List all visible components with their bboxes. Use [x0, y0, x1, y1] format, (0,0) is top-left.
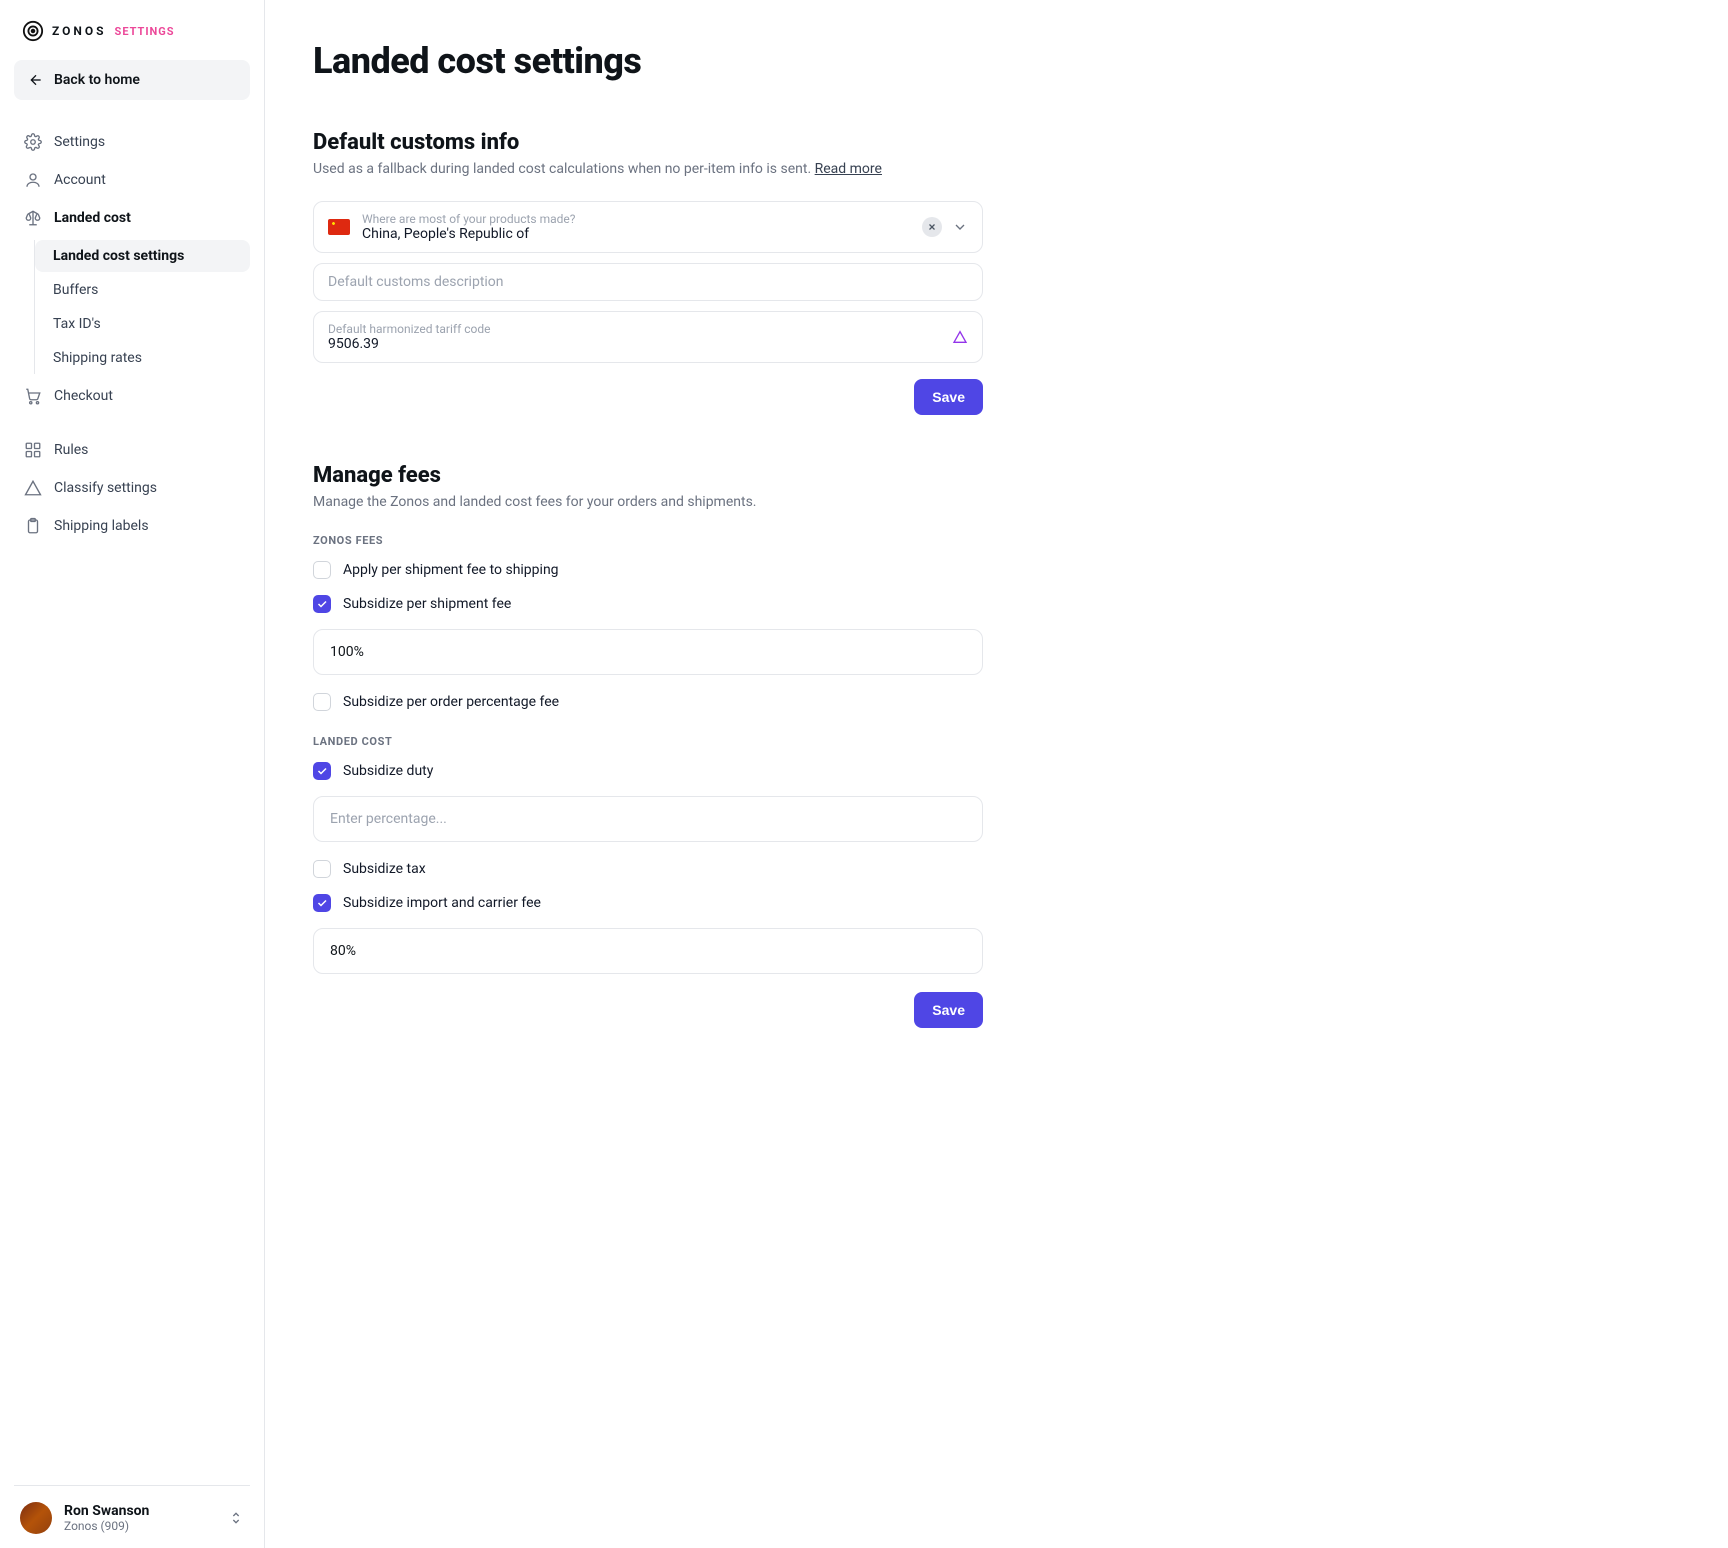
zonos-logo-icon — [22, 20, 44, 42]
zonos-fees-caps: ZONOS FEES — [313, 534, 1680, 547]
customs-section-desc: Used as a fallback during landed cost ca… — [313, 161, 1680, 177]
checkbox-subsidize-tax[interactable]: Subsidize tax — [313, 860, 983, 878]
x-icon — [927, 222, 937, 232]
check-icon — [316, 765, 328, 777]
brand-badge: SETTINGS — [115, 25, 175, 38]
checkbox-subsidize-duty[interactable]: Subsidize duty — [313, 762, 983, 780]
page-title: Landed cost settings — [313, 40, 1680, 82]
checkbox-icon — [313, 561, 331, 579]
clear-origin-button[interactable] — [922, 217, 942, 237]
origin-value: China, People's Republic of — [362, 226, 910, 242]
nav-label: Landed cost settings — [53, 248, 184, 264]
subsidize-duty-percent-input[interactable]: Enter percentage... — [313, 796, 983, 842]
nav-label: Shipping labels — [54, 518, 149, 534]
subsidize-shipment-percent-input[interactable]: 100% — [313, 629, 983, 675]
checkbox-icon — [313, 693, 331, 711]
nav-label: Rules — [54, 442, 88, 458]
landed-cost-caps: LANDED COST — [313, 735, 1680, 748]
nav-item-shipping-labels[interactable]: Shipping labels — [14, 508, 250, 544]
account-name: Ron Swanson — [64, 1503, 216, 1519]
checkbox-label: Subsidize per order percentage fee — [343, 694, 559, 710]
chevron-up-down-icon — [228, 1510, 244, 1526]
account-org: Zonos (909) — [64, 1519, 216, 1533]
nav-item-settings[interactable]: Settings — [14, 124, 250, 160]
sidebar: ZONOS SETTINGS Back to home Settings Acc… — [0, 0, 265, 1548]
nav-sub-landed-cost: Landed cost settings Buffers Tax ID's Sh… — [34, 240, 250, 374]
main-content: Landed cost settings Default customs inf… — [265, 0, 1728, 1548]
checkbox-subsidize-import-carrier[interactable]: Subsidize import and carrier fee — [313, 894, 983, 912]
brand-logo: ZONOS SETTINGS — [14, 20, 250, 60]
subsidize-import-percent-input[interactable]: 80% — [313, 928, 983, 974]
nav-label: Account — [54, 172, 106, 188]
flag-china-icon — [328, 219, 350, 235]
nav-label: Shipping rates — [53, 350, 142, 366]
check-icon — [316, 598, 328, 610]
checkbox-apply-shipment-fee[interactable]: Apply per shipment fee to shipping — [313, 561, 983, 579]
checkbox-label: Subsidize tax — [343, 861, 426, 877]
checkbox-label: Subsidize per shipment fee — [343, 596, 511, 612]
checkbox-label: Subsidize import and carrier fee — [343, 895, 541, 911]
nav-sub-item-shipping-rates[interactable]: Shipping rates — [35, 342, 250, 374]
hts-code-input[interactable]: Default harmonized tariff code 9506.39 — [313, 311, 983, 363]
cart-icon — [24, 387, 42, 405]
check-icon — [316, 897, 328, 909]
customs-description-input[interactable]: Default customs description — [313, 263, 983, 301]
nav-sub-item-buffers[interactable]: Buffers — [35, 274, 250, 306]
checkbox-icon — [313, 860, 331, 878]
primary-nav: Settings Account Landed cost Landed cost… — [14, 124, 250, 544]
nav-label: Checkout — [54, 388, 113, 404]
nav-label: Landed cost — [54, 210, 131, 226]
hts-value: 9506.39 — [328, 336, 940, 352]
nav-item-classify-settings[interactable]: Classify settings — [14, 470, 250, 506]
account-text: Ron Swanson Zonos (909) — [64, 1503, 216, 1533]
nav-item-landed-cost[interactable]: Landed cost — [14, 200, 250, 236]
gear-icon — [24, 133, 42, 151]
origin-country-select[interactable]: Where are most of your products made? Ch… — [313, 201, 983, 253]
arrow-left-icon — [28, 72, 44, 88]
save-customs-button[interactable]: Save — [914, 379, 983, 415]
classify-triangle-icon — [952, 329, 968, 345]
nav-label: Buffers — [53, 282, 98, 298]
nav-sub-item-landed-cost-settings[interactable]: Landed cost settings — [35, 240, 250, 272]
brand-name: ZONOS — [52, 24, 107, 38]
checkbox-subsidize-order-percent[interactable]: Subsidize per order percentage fee — [313, 693, 983, 711]
origin-label: Where are most of your products made? — [362, 212, 910, 226]
customs-desc-text: Used as a fallback during landed cost ca… — [313, 161, 815, 177]
checkbox-checked-icon — [313, 762, 331, 780]
hts-label: Default harmonized tariff code — [328, 322, 940, 336]
scale-icon — [24, 209, 42, 227]
avatar — [20, 1502, 52, 1534]
chevron-down-icon[interactable] — [952, 219, 968, 235]
save-fees-button[interactable]: Save — [914, 992, 983, 1028]
checkbox-subsidize-shipment-fee[interactable]: Subsidize per shipment fee — [313, 595, 983, 613]
back-to-home-button[interactable]: Back to home — [14, 60, 250, 100]
fees-section-title: Manage fees — [313, 463, 1680, 488]
nav-item-rules[interactable]: Rules — [14, 432, 250, 468]
grid-icon — [24, 441, 42, 459]
nav-sub-item-tax-ids[interactable]: Tax ID's — [35, 308, 250, 340]
nav-item-checkout[interactable]: Checkout — [14, 378, 250, 414]
nav-label: Settings — [54, 134, 105, 150]
nav-label: Classify settings — [54, 480, 157, 496]
read-more-link[interactable]: Read more — [815, 161, 882, 177]
customs-desc-placeholder: Default customs description — [328, 274, 968, 290]
nav-item-account[interactable]: Account — [14, 162, 250, 198]
customs-section-title: Default customs info — [313, 130, 1680, 155]
checkbox-label: Apply per shipment fee to shipping — [343, 562, 559, 578]
account-switcher[interactable]: Ron Swanson Zonos (909) — [14, 1485, 250, 1534]
nav-label: Tax ID's — [53, 316, 101, 332]
checkbox-label: Subsidize duty — [343, 763, 433, 779]
triangle-icon — [24, 479, 42, 497]
clipboard-icon — [24, 517, 42, 535]
fees-section-desc: Manage the Zonos and landed cost fees fo… — [313, 494, 1680, 510]
back-label: Back to home — [54, 72, 140, 88]
checkbox-checked-icon — [313, 595, 331, 613]
user-icon — [24, 171, 42, 189]
checkbox-checked-icon — [313, 894, 331, 912]
